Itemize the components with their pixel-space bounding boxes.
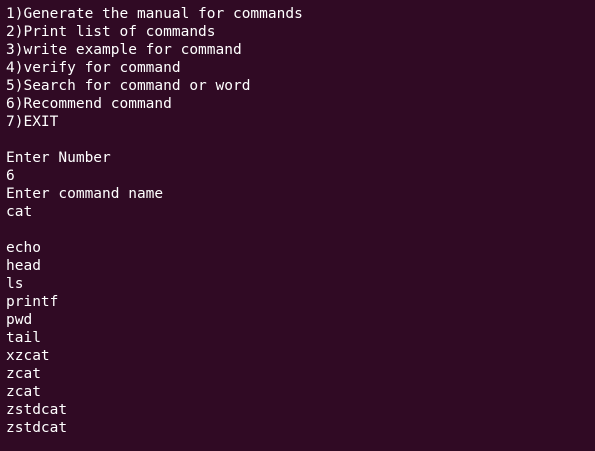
terminal-window[interactable]: 1)Generate the manual for commands 2)Pri… [0, 0, 595, 451]
input-command-echo: cat [6, 204, 33, 220]
output-line: printf [6, 294, 59, 310]
menu-item-3: 3)write example for command [6, 42, 242, 58]
input-number-echo: 6 [6, 168, 15, 184]
output-line: tail [6, 330, 41, 346]
output-line: head [6, 258, 41, 274]
output-line: zstdcat [6, 402, 68, 418]
menu-item-7: 7)EXIT [6, 114, 59, 130]
scrollbar[interactable] [591, 0, 595, 451]
output-line: echo [6, 240, 41, 256]
menu-item-4: 4)verify for command [6, 60, 181, 76]
output-line: zcat [6, 384, 41, 400]
menu-item-1: 1)Generate the manual for commands [6, 6, 303, 22]
output-line: xzcat [6, 348, 50, 364]
menu-item-2: 2)Print list of commands [6, 24, 216, 40]
output-line: ls [6, 276, 24, 292]
menu-item-6: 6)Recommend command [6, 96, 172, 112]
prompt-enter-command: Enter command name [6, 186, 164, 202]
menu-item-5: 5)Search for command or word [6, 78, 251, 94]
output-line: zcat [6, 366, 41, 382]
output-line: zstdcat [6, 420, 68, 436]
prompt-enter-number: Enter Number [6, 150, 111, 166]
output-line: pwd [6, 312, 33, 328]
